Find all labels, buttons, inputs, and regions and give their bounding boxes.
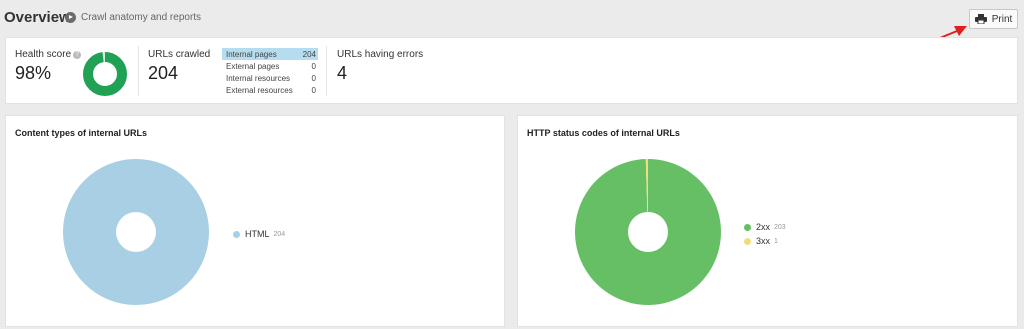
urls-crawled-value: 204 (148, 63, 179, 83)
breakdown-row[interactable]: External resources 0 (222, 84, 318, 96)
health-ring-fill (83, 52, 127, 96)
legend-count: 1 (774, 237, 778, 245)
print-label: Print (991, 13, 1013, 25)
crawl-anatomy-link[interactable]: Crawl anatomy and reports (65, 12, 201, 23)
legend-label: 3xx (756, 236, 771, 246)
legend-swatch (233, 230, 240, 238)
breakdown-label: External resources (226, 86, 293, 95)
urls-errors-label: URLs having errors (337, 49, 424, 60)
breakdown-row[interactable]: Internal resources 0 (222, 72, 318, 84)
legend-count: 204 (273, 230, 286, 238)
breakdown-value: 0 (311, 74, 316, 83)
printer-icon (974, 14, 987, 24)
status-codes-title: HTTP status codes of internal URLs (527, 128, 680, 138)
health-score-value: 98% (15, 63, 52, 83)
breakdown-label: Internal pages (226, 50, 277, 59)
legend-count: 203 (774, 223, 786, 231)
legend-swatch (744, 237, 751, 245)
content-types-panel: Content types of internal URLs HTML 204 (5, 115, 505, 327)
breakdown-value: 0 (311, 62, 316, 71)
legend-item[interactable]: 3xx 1 (744, 236, 778, 246)
page-header: Overview Crawl anatomy and reports Print (0, 0, 1024, 36)
breakdown-label: External pages (226, 62, 280, 71)
print-button[interactable]: Print (969, 9, 1018, 29)
breakdown-value: 0 (311, 86, 316, 95)
content-types-title: Content types of internal URLs (15, 128, 148, 138)
legend-item[interactable]: HTML 204 (233, 229, 285, 239)
help-icon[interactable]: ? (73, 51, 82, 59)
pie-slice-html[interactable] (62, 158, 209, 306)
divider (326, 46, 327, 96)
health-score-label: Health score? (15, 49, 82, 60)
breakdown-row[interactable]: Internal pages 204 (222, 48, 318, 60)
status-codes-chart (575, 159, 721, 305)
status-codes-panel: HTTP status codes of internal URLs 2xx 20… (517, 115, 1018, 327)
play-icon (65, 12, 76, 23)
breakdown-value: 204 (302, 50, 316, 59)
crawl-breakdown-list: Internal pages 204 External pages 0 Internal… (222, 48, 318, 96)
content-types-chart (62, 158, 209, 306)
urls-crawled-label: URLs crawled (148, 49, 211, 60)
legend-label: HTML (245, 229, 270, 239)
health-score-ring (83, 52, 127, 96)
legend-item[interactable]: 2xx 203 (744, 222, 786, 232)
breakdown-label: Internal resources (226, 74, 291, 83)
crawl-anatomy-label: Crawl anatomy and reports (81, 12, 202, 23)
legend-label: 2xx (756, 222, 771, 232)
divider (138, 46, 139, 96)
breakdown-row[interactable]: External pages 0 (222, 60, 318, 72)
legend-swatch (744, 223, 751, 231)
page-title: Overview (4, 9, 71, 26)
summary-card: Health score? 98% URLs crawled 204 Inter… (5, 37, 1018, 104)
urls-errors-value: 4 (337, 63, 348, 83)
